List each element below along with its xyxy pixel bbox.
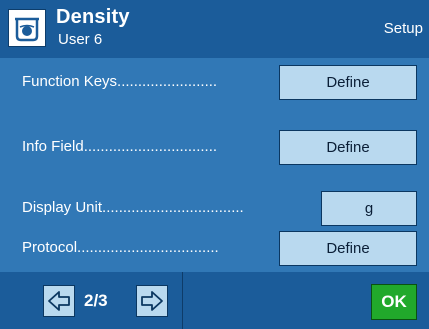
- footer-bar: 2/3 OK: [0, 272, 429, 329]
- user-label: User 6: [58, 31, 103, 48]
- display-unit-button[interactable]: g: [321, 191, 417, 226]
- header-bar: Density User 6 Setup: [0, 0, 429, 58]
- ok-button[interactable]: OK: [371, 284, 417, 320]
- page-title: Density: [56, 6, 130, 28]
- protocol-label: Protocol................................…: [22, 239, 219, 256]
- function-keys-label: Function Keys........................: [22, 73, 218, 90]
- info-field-define-button[interactable]: Define: [279, 130, 417, 165]
- density-setup-screen: Density User 6 Setup Function Keys......…: [0, 0, 429, 329]
- info-field-label: Info Field..............................…: [22, 138, 218, 155]
- protocol-define-button[interactable]: Define: [279, 231, 417, 266]
- footer-divider: [182, 272, 183, 329]
- arrow-right-icon[interactable]: [136, 285, 168, 317]
- mode-label: Setup: [383, 20, 423, 37]
- settings-list: Function Keys........................ De…: [0, 58, 429, 272]
- density-beaker-icon: [8, 9, 46, 47]
- function-keys-define-button[interactable]: Define: [279, 65, 417, 100]
- row-info-field: Info Field..............................…: [0, 123, 429, 171]
- row-function-keys: Function Keys........................ De…: [0, 58, 429, 106]
- display-unit-label: Display Unit............................…: [22, 199, 244, 216]
- row-protocol: Protocol................................…: [0, 224, 429, 272]
- page-indicator: 2/3: [84, 291, 108, 310]
- arrow-left-icon[interactable]: [43, 285, 75, 317]
